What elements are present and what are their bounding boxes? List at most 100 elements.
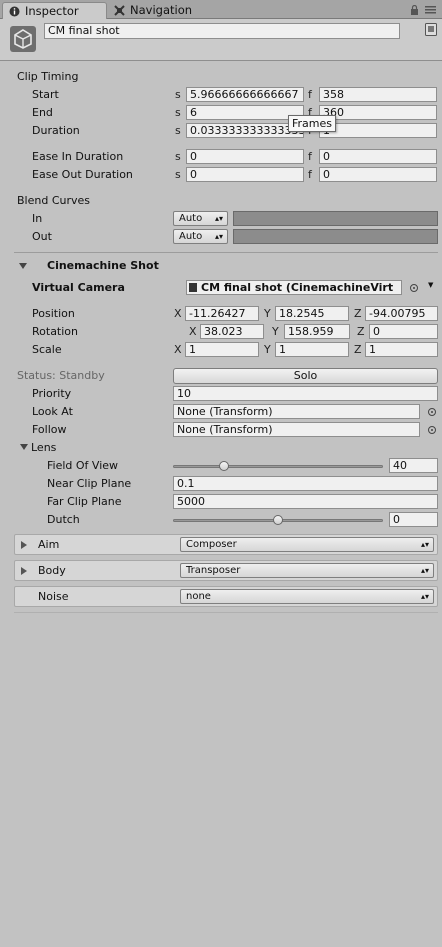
- far-clip-field[interactable]: 5000: [173, 494, 438, 509]
- near-clip-field[interactable]: 0.1: [173, 476, 438, 491]
- start-frames-field[interactable]: 358: [319, 87, 437, 102]
- blend-out-label: Out: [32, 230, 52, 243]
- follow-label: Follow: [32, 423, 67, 436]
- virtual-camera-field[interactable]: CM final shot (CinemachineVirt: [186, 280, 402, 295]
- ease-in-label: Ease In Duration: [32, 150, 124, 163]
- ease-out-f-prefix: f: [308, 168, 312, 181]
- navigation-icon: [114, 5, 125, 16]
- expand-triangle-icon[interactable]: [21, 567, 27, 575]
- blend-in-curve-field[interactable]: [233, 211, 438, 226]
- blend-out-mode-dropdown[interactable]: Auto ▴▾: [173, 229, 228, 244]
- expand-triangle-icon[interactable]: [21, 541, 27, 549]
- dropdown-arrow-icon: ▴▾: [214, 214, 223, 223]
- duration-frames-field[interactable]: 1: [319, 123, 437, 138]
- rotation-y-field[interactable]: 158.959: [284, 324, 350, 339]
- look-at-picker-icon[interactable]: [428, 408, 436, 416]
- blend-in-mode-value: Auto: [179, 213, 203, 224]
- follow-picker-icon[interactable]: [428, 426, 436, 434]
- priority-field[interactable]: 10: [173, 386, 438, 401]
- noise-dropdown[interactable]: none ▴▾: [180, 589, 434, 604]
- look-at-label: Look At: [32, 405, 73, 418]
- fov-label: Field Of View: [47, 459, 119, 472]
- ease-out-frames-field[interactable]: 0: [319, 167, 437, 182]
- tab-inspector[interactable]: Inspector: [2, 2, 107, 19]
- dutch-slider-thumb[interactable]: [273, 515, 283, 525]
- ease-in-frames-field[interactable]: 0: [319, 149, 437, 164]
- duration-label: Duration: [32, 124, 80, 137]
- end-frames-field[interactable]: 360: [319, 105, 437, 120]
- dropdown-arrow-icon: ▴▾: [420, 592, 429, 601]
- scale-z-field[interactable]: 1: [365, 342, 438, 357]
- ease-in-s-prefix: s: [175, 150, 181, 163]
- rotation-x-field[interactable]: 38.023: [200, 324, 264, 339]
- info-icon: [9, 6, 20, 17]
- lock-icon[interactable]: [410, 5, 419, 15]
- target-icon[interactable]: [410, 284, 418, 292]
- position-y-field[interactable]: 18.2545: [275, 306, 349, 321]
- blend-in-label: In: [32, 212, 43, 225]
- end-label: End: [32, 106, 53, 119]
- fov-field[interactable]: 40: [389, 458, 438, 473]
- menu-icon[interactable]: [425, 6, 436, 14]
- fov-slider-track[interactable]: [173, 465, 383, 468]
- dutch-field[interactable]: 0: [389, 512, 438, 527]
- duration-s-prefix: s: [175, 124, 181, 137]
- inspector-header: CM final shot: [0, 19, 442, 61]
- solo-button[interactable]: Solo: [173, 368, 438, 384]
- end-s-prefix: s: [175, 106, 181, 119]
- far-clip-label: Far Clip Plane: [47, 495, 122, 508]
- object-name-field[interactable]: CM final shot: [44, 23, 400, 39]
- bottom-divider: [14, 612, 438, 613]
- look-at-field[interactable]: None (Transform): [173, 404, 420, 419]
- follow-field[interactable]: None (Transform): [173, 422, 420, 437]
- position-x-field[interactable]: -11.26427: [185, 306, 259, 321]
- scale-x-prefix: X: [174, 343, 182, 356]
- tab-navigation-label: Navigation: [130, 3, 193, 17]
- noise-dropdown-value: none: [186, 591, 211, 602]
- scale-x-field[interactable]: 1: [185, 342, 259, 357]
- virtual-camera-label: Virtual Camera: [32, 281, 125, 294]
- position-z-prefix: Z: [354, 307, 362, 320]
- tab-inspector-label: Inspector: [25, 4, 79, 18]
- lens-title: Lens: [31, 441, 57, 454]
- rotation-y-prefix: Y: [272, 325, 279, 338]
- blend-curves-title: Blend Curves: [17, 194, 91, 207]
- clip-timing-title: Clip Timing: [17, 70, 79, 83]
- blend-in-mode-dropdown[interactable]: Auto ▴▾: [173, 211, 228, 226]
- aim-dropdown[interactable]: Composer ▴▾: [180, 537, 434, 552]
- ease-in-seconds-field[interactable]: 0: [186, 149, 304, 164]
- fov-slider-thumb[interactable]: [219, 461, 229, 471]
- start-seconds-field[interactable]: 5.96666666666667: [186, 87, 304, 102]
- start-s-prefix: s: [175, 88, 181, 101]
- scale-y-field[interactable]: 1: [275, 342, 349, 357]
- tab-navigation[interactable]: Navigation: [108, 2, 218, 19]
- dropdown-arrow-icon[interactable]: ▼: [428, 281, 433, 289]
- collapse-triangle-icon[interactable]: [19, 263, 27, 269]
- blend-out-curve-field[interactable]: [233, 229, 438, 244]
- frames-tooltip: Frames: [288, 115, 337, 132]
- lens-collapse-triangle-icon[interactable]: [20, 444, 28, 450]
- dropdown-arrow-icon: ▴▾: [214, 232, 223, 241]
- rotation-z-field[interactable]: 0: [369, 324, 438, 339]
- position-y-prefix: Y: [264, 307, 271, 320]
- start-f-prefix: f: [308, 88, 312, 101]
- aim-dropdown-value: Composer: [186, 539, 237, 550]
- rotation-label: Rotation: [32, 325, 79, 338]
- virtual-camera-value: CM final shot (CinemachineVirt: [201, 281, 394, 294]
- ease-in-f-prefix: f: [308, 150, 312, 163]
- noise-foldout[interactable]: Noise none ▴▾: [14, 586, 438, 607]
- end-seconds-field[interactable]: 6: [186, 105, 304, 120]
- rotation-z-prefix: Z: [357, 325, 365, 338]
- aim-foldout[interactable]: Aim Composer ▴▾: [14, 534, 438, 555]
- position-label: Position: [32, 307, 75, 320]
- status-label: Status: Standby: [17, 369, 105, 382]
- ease-out-label: Ease Out Duration: [32, 168, 133, 181]
- section-divider: [14, 252, 438, 253]
- body-foldout[interactable]: Body Transposer ▴▾: [14, 560, 438, 581]
- body-dropdown[interactable]: Transposer ▴▾: [180, 563, 434, 578]
- duration-seconds-field[interactable]: 0.0333333333333335: [186, 123, 304, 138]
- position-z-field[interactable]: -94.00795: [365, 306, 438, 321]
- ease-out-seconds-field[interactable]: 0: [186, 167, 304, 182]
- rotation-x-prefix: X: [189, 325, 197, 338]
- help-book-icon[interactable]: [425, 23, 437, 36]
